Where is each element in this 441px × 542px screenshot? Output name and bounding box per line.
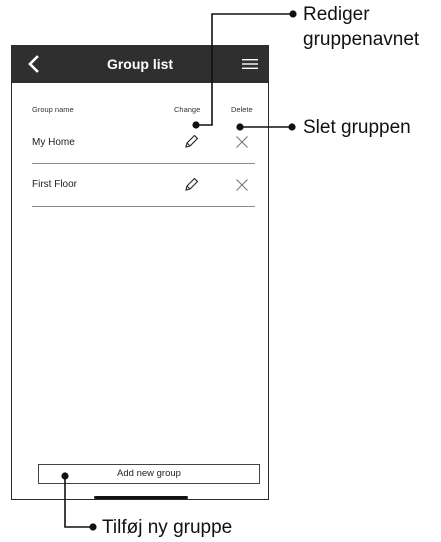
callout-rename-line1: Rediger	[303, 4, 370, 25]
callout-lines	[61, 10, 297, 531]
callout-rename-line2: gruppenavnet	[303, 29, 420, 50]
callout-add: Tilføj ny gruppe	[102, 517, 233, 538]
callout-delete: Slet gruppen	[303, 117, 411, 138]
